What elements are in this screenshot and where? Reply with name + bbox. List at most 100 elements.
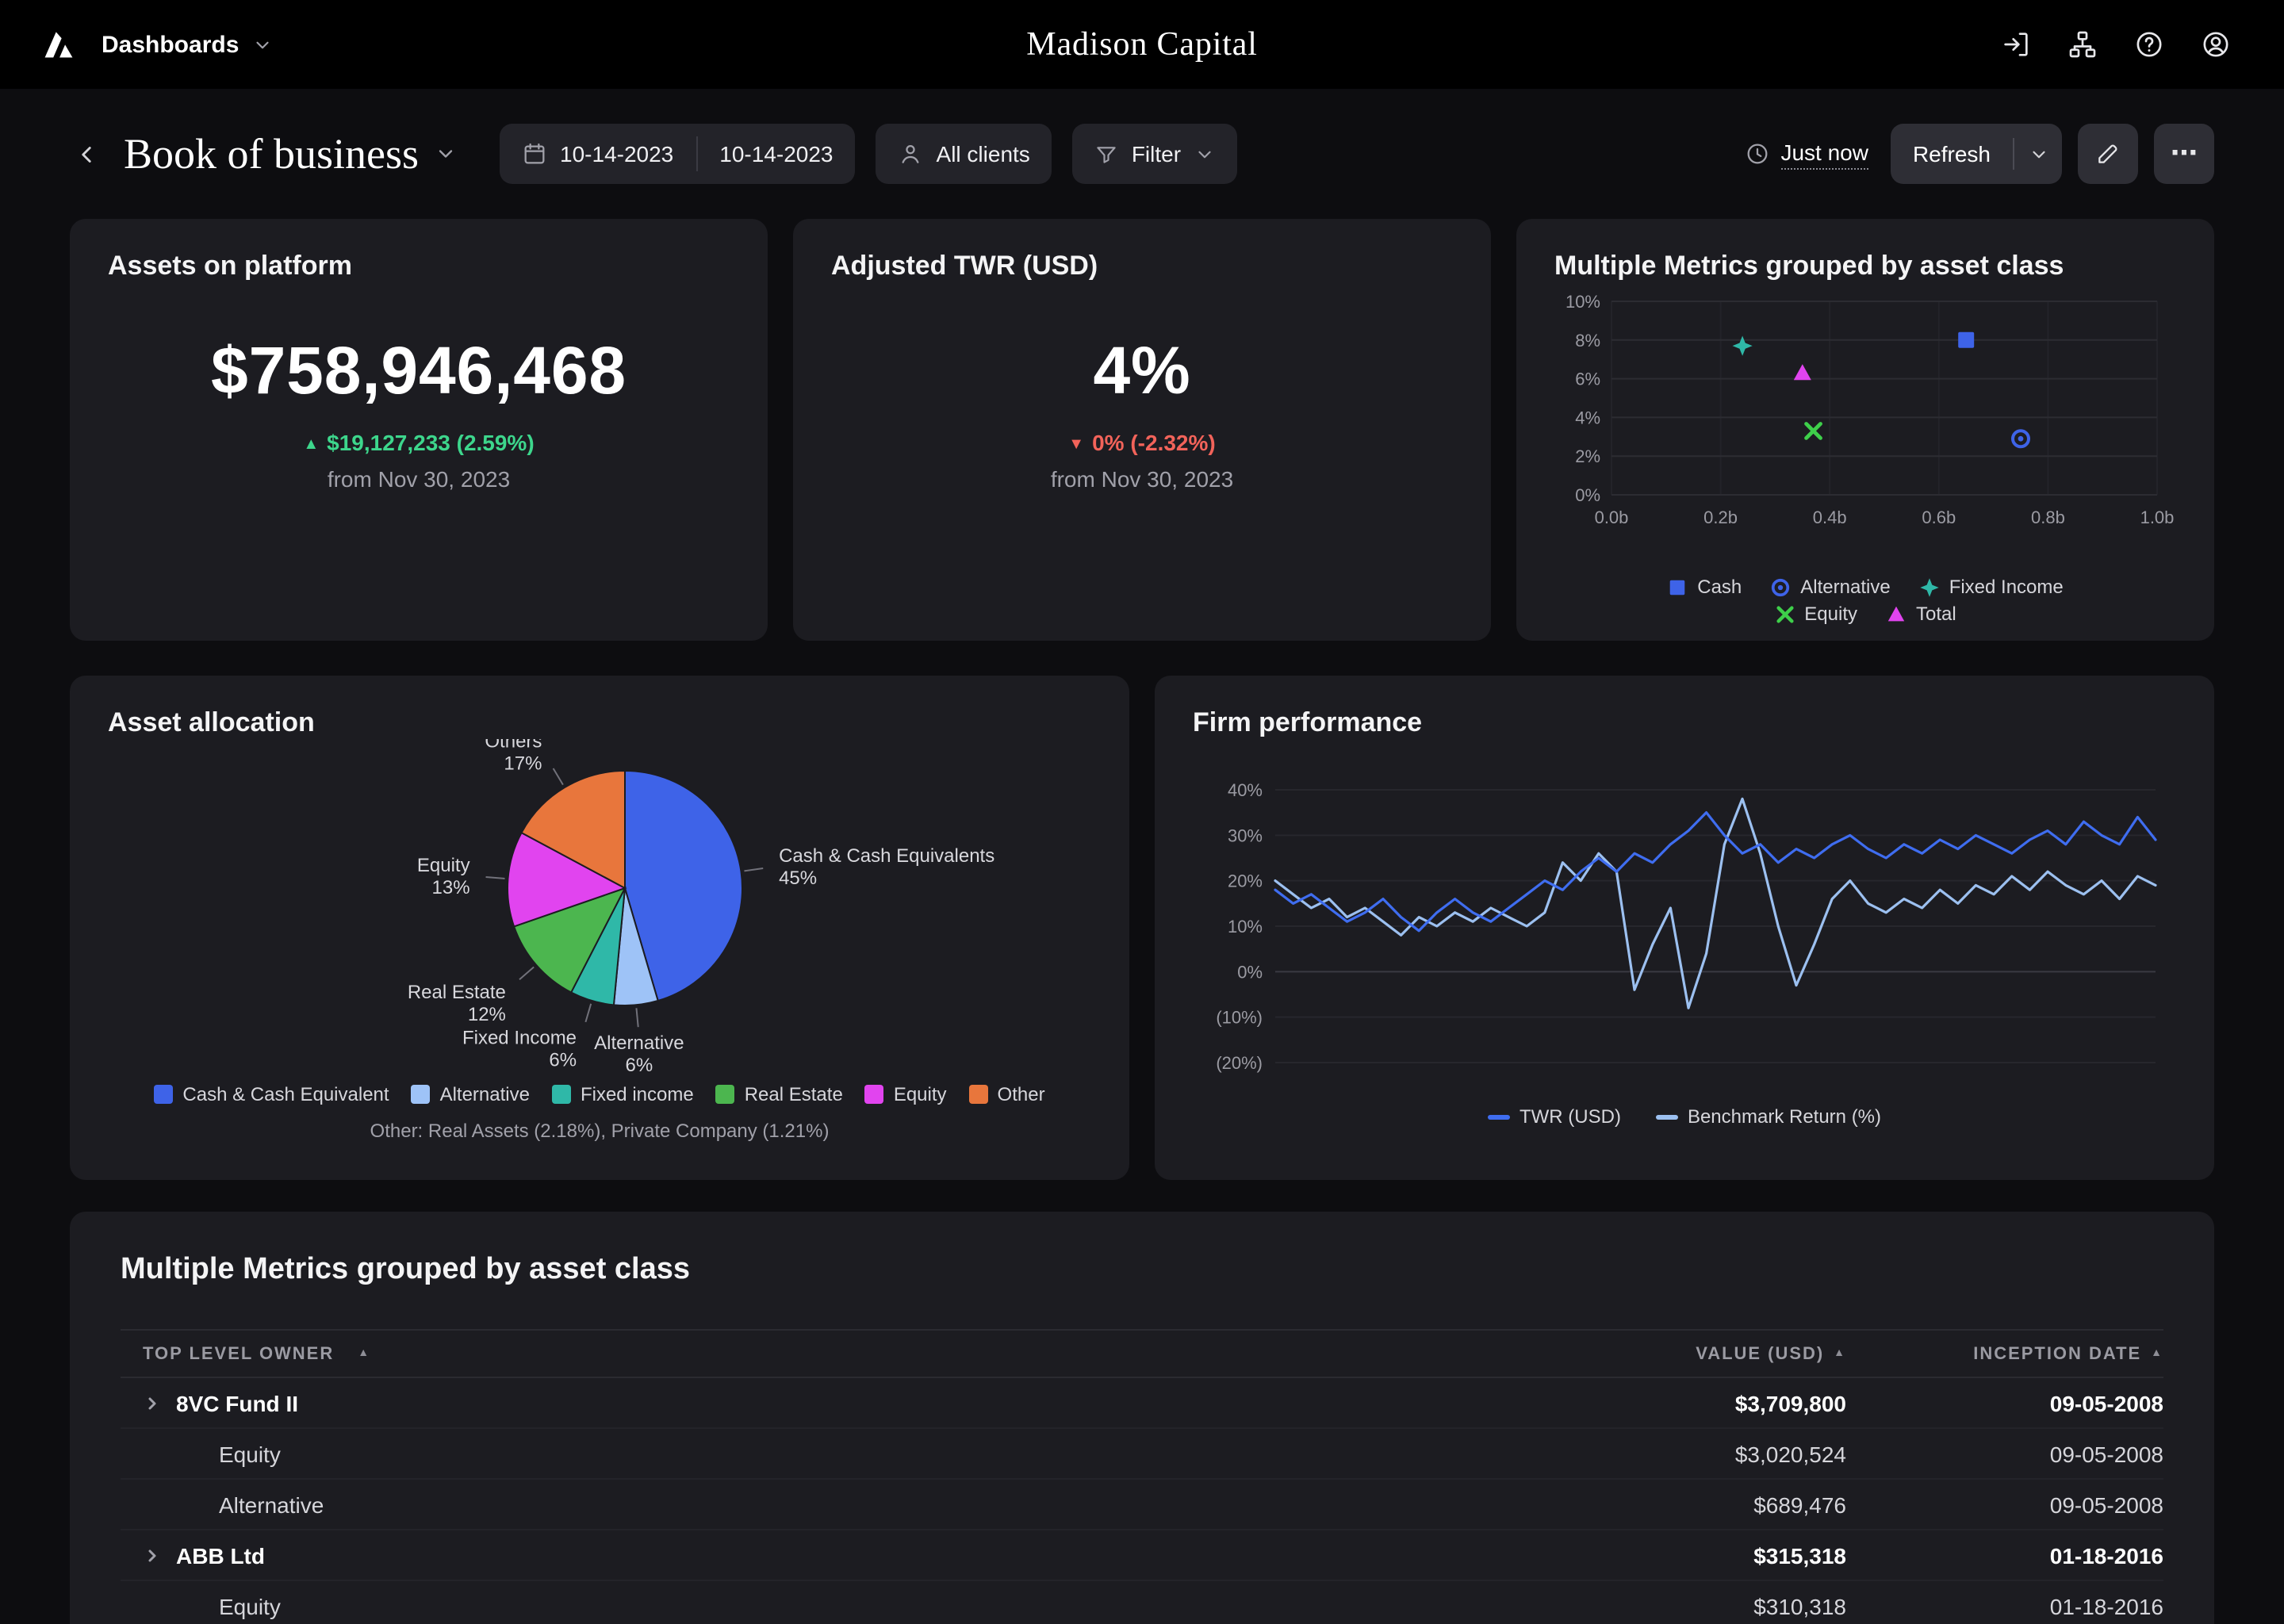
app-logo-icon[interactable] xyxy=(41,27,76,62)
more-options-button[interactable]: ⋯ xyxy=(2154,124,2214,184)
twr-delta-text: 0% (-2.32%) xyxy=(1092,430,1216,455)
value-text: $3,709,800 xyxy=(1735,1390,1846,1415)
twr-since: from Nov 30, 2023 xyxy=(831,466,1453,492)
sign-in-icon xyxy=(2000,29,2032,60)
owner-name: Alternative xyxy=(219,1492,324,1517)
multiple-metrics-chart-card: Multiple Metrics grouped by asset class … xyxy=(1516,219,2214,641)
column-header-label: TOP LEVEL OWNER xyxy=(143,1344,334,1363)
svg-text:17%: 17% xyxy=(504,753,542,775)
clients-filter-button[interactable]: All clients xyxy=(876,124,1052,184)
refresh-options-button[interactable] xyxy=(2014,124,2062,184)
legend-swatch xyxy=(154,1085,173,1104)
account-button[interactable] xyxy=(2189,17,2243,71)
date-start-segment[interactable]: 10-14-2023 xyxy=(500,124,696,184)
table-row[interactable]: Alternative $689,47609-05-2008 xyxy=(121,1480,2163,1530)
column-header-value[interactable]: VALUE (USD) ▲ xyxy=(1529,1344,1846,1363)
value-cell: $3,020,524 xyxy=(1529,1441,1846,1466)
value-text: $3,020,524 xyxy=(1735,1441,1846,1466)
legend-item: Real Estate xyxy=(716,1083,843,1105)
date-cell: 09-05-2008 xyxy=(1846,1441,2163,1466)
value-cell: $3,709,800 xyxy=(1529,1390,1846,1415)
legend-swatch xyxy=(552,1085,571,1104)
column-header-label: INCEPTION DATE xyxy=(1973,1344,2141,1363)
refresh-button[interactable]: Refresh xyxy=(1891,141,2013,167)
table-row[interactable]: ABB Ltd $315,318 01-18-2016 xyxy=(121,1530,2163,1581)
date-text: 09-05-2008 xyxy=(2050,1441,2163,1466)
metrics-table: TOP LEVEL OWNER▲VALUE (USD)▲INCEPTION DA… xyxy=(121,1329,2163,1624)
card-title: Multiple Metrics grouped by asset class xyxy=(1554,251,2176,282)
svg-text:0.8b: 0.8b xyxy=(2031,508,2065,527)
svg-text:0.4b: 0.4b xyxy=(1813,508,1847,527)
date-end-segment[interactable]: 10-14-2023 xyxy=(697,124,855,184)
table-row[interactable]: Equity $3,020,524 09-05-2008 xyxy=(121,1429,2163,1480)
table-header-row: TOP LEVEL OWNER▲VALUE (USD)▲INCEPTION DA… xyxy=(121,1329,2163,1378)
table-row[interactable]: 8VC Fund II$3,709,80009-05-2008 xyxy=(121,1378,2163,1429)
legend-item: Fixed Income xyxy=(1919,576,2064,598)
legend-item: Fixed income xyxy=(552,1083,694,1105)
legend-swatch xyxy=(412,1085,431,1104)
sort-asc-icon: ▲ xyxy=(1834,1348,1846,1359)
svg-text:6%: 6% xyxy=(1575,370,1600,389)
assets-on-platform-card: Assets on platform $758,946,468 ▲$19,127… xyxy=(70,219,768,641)
dashboard-title[interactable]: Book of business xyxy=(124,129,457,178)
calendar-icon xyxy=(522,141,547,167)
line-chart: 40%30%20%10%0%(10%)(20%) xyxy=(1193,777,2171,1075)
line-legend: TWR (USD)Benchmark Return (%) xyxy=(1193,1105,2176,1128)
row-expander-chevron-icon[interactable] xyxy=(143,1393,162,1412)
adjusted-twr-card: Adjusted TWR (USD) 4% ▼0% (-2.32%) from … xyxy=(793,219,1491,641)
row-expander-chevron-icon[interactable] xyxy=(143,1545,162,1565)
svg-text:10%: 10% xyxy=(1565,292,1600,312)
page-header: Book of business 10-14-2023 10-14-2023 xyxy=(70,124,2214,184)
help-button[interactable] xyxy=(2122,17,2176,71)
date-range-picker[interactable]: 10-14-2023 10-14-2023 xyxy=(500,124,856,184)
filter-button[interactable]: Filter xyxy=(1073,124,1236,184)
workflows-button[interactable] xyxy=(2056,17,2110,71)
edit-dashboard-button[interactable] xyxy=(2078,124,2138,184)
scatter-chart: 0.0b0.2b0.4b0.6b0.8b1.0b0%2%4%6%8%10% xyxy=(1554,292,2176,565)
twr-value: 4% xyxy=(831,333,1453,409)
pencil-icon xyxy=(2095,141,2121,167)
table-row[interactable]: Equity$310,31801-18-2016 xyxy=(121,1581,2163,1624)
card-title: Adjusted TWR (USD) xyxy=(831,251,1453,282)
svg-text:Fixed Income: Fixed Income xyxy=(462,1027,577,1048)
svg-text:Equity: Equity xyxy=(417,855,470,876)
column-header-label: VALUE (USD) xyxy=(1696,1344,1824,1363)
svg-text:0.6b: 0.6b xyxy=(1922,508,1956,527)
owner-name: ABB Ltd xyxy=(176,1542,265,1568)
legend-item: Cash & Cash Equivalent xyxy=(154,1083,389,1105)
owner-name: Equity xyxy=(219,1593,281,1618)
brand-title: Madison Capital xyxy=(1026,25,1257,64)
clock-icon xyxy=(1744,141,1769,167)
date-text: 01-18-2016 xyxy=(2050,1593,2163,1618)
svg-text:Cash & Cash Equivalents: Cash & Cash Equivalents xyxy=(779,845,994,867)
value-cell: $689,476 xyxy=(1529,1492,1846,1517)
date-end-value: 10-14-2023 xyxy=(719,141,833,167)
date-cell: 09-05-2008 xyxy=(1846,1492,2163,1517)
sort-asc-icon: ▲ xyxy=(2151,1348,2163,1359)
date-cell: 01-18-2016 xyxy=(1846,1593,2163,1618)
card-title: Assets on platform xyxy=(108,251,730,282)
owner-cell: ABB Ltd xyxy=(121,1542,1529,1568)
back-button[interactable] xyxy=(70,137,103,170)
last-updated-text[interactable]: Just now xyxy=(1780,139,1868,169)
svg-text:6%: 6% xyxy=(549,1049,577,1071)
export-view-button[interactable] xyxy=(1989,17,2043,71)
svg-text:0.0b: 0.0b xyxy=(1595,508,1629,527)
refresh-split-button[interactable]: Refresh xyxy=(1891,124,2062,184)
assets-delta-text: $19,127,233 (2.59%) xyxy=(327,430,535,455)
svg-text:10%: 10% xyxy=(1228,917,1263,936)
scatter-legend-row: CashAlternativeFixed Income xyxy=(1667,576,2064,598)
owner-name: Equity xyxy=(219,1441,281,1466)
legend-label: Benchmark Return (%) xyxy=(1688,1105,1881,1128)
column-header-date[interactable]: INCEPTION DATE ▲ xyxy=(1846,1344,2163,1363)
dashboards-menu-button[interactable]: Dashboards xyxy=(102,31,272,58)
legend-item: Benchmark Return (%) xyxy=(1656,1105,1881,1128)
person-icon xyxy=(899,141,924,167)
column-header-owner[interactable]: TOP LEVEL OWNER▲ xyxy=(121,1344,1529,1363)
svg-text:40%: 40% xyxy=(1228,780,1263,800)
svg-text:12%: 12% xyxy=(468,1004,506,1025)
svg-text:1.0b: 1.0b xyxy=(2140,508,2175,527)
owner-cell: Equity xyxy=(121,1593,1529,1618)
value-cell: $315,318 xyxy=(1529,1542,1846,1568)
date-text: 01-18-2016 xyxy=(2050,1542,2163,1568)
